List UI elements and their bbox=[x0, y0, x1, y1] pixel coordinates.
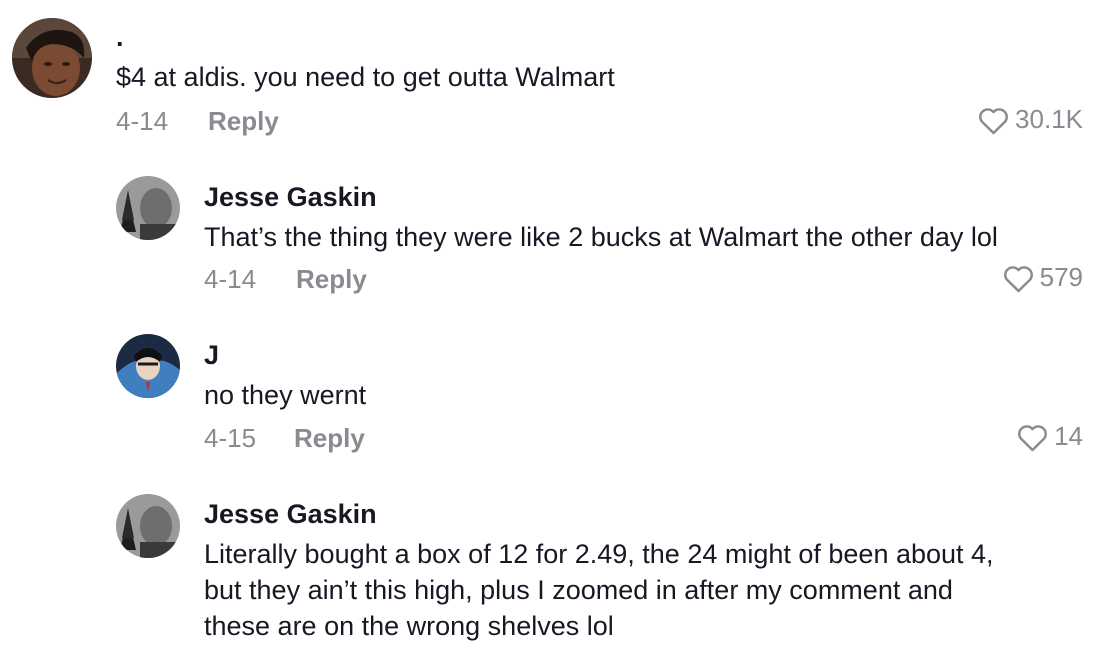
heart-outline-icon bbox=[1018, 424, 1047, 451]
comment-date: 4-14 bbox=[116, 106, 169, 136]
reply-button[interactable]: Reply bbox=[208, 106, 279, 137]
avatar[interactable] bbox=[116, 494, 180, 558]
like-button[interactable]: 579 bbox=[1002, 262, 1083, 293]
reply-button[interactable]: Reply bbox=[296, 264, 367, 295]
comment-date: 4-14 bbox=[204, 264, 257, 294]
comment-text: That’s the thing they were like 2 bucks … bbox=[204, 222, 998, 252]
comment-text: no they wernt bbox=[204, 380, 367, 410]
like-button[interactable]: 14 bbox=[1016, 421, 1083, 452]
like-count: 579 bbox=[1039, 262, 1083, 292]
like-count: 14 bbox=[1054, 421, 1083, 451]
avatar[interactable] bbox=[116, 334, 180, 398]
heart-outline-icon bbox=[979, 107, 1008, 134]
like-button[interactable]: 30.1K bbox=[977, 104, 1083, 135]
comment-username[interactable]: . bbox=[116, 22, 124, 53]
comment-text: Literally bought a box of 12 for 2.49, t… bbox=[204, 536, 994, 644]
like-count: 30.1K bbox=[1015, 104, 1083, 134]
comment-text-line: but they ain’t this high, plus I zoomed … bbox=[204, 575, 953, 605]
heart-outline-icon bbox=[1003, 265, 1033, 292]
comment-username[interactable]: Jesse Gaskin bbox=[204, 499, 377, 530]
reply-button[interactable]: Reply bbox=[294, 423, 365, 454]
avatar[interactable] bbox=[12, 18, 92, 98]
comment-username[interactable]: J bbox=[204, 340, 219, 371]
comment-text-line: these are on the wrong shelves lol bbox=[204, 611, 614, 641]
avatar[interactable] bbox=[116, 176, 180, 240]
comment-text: $4 at aldis. you need to get outta Walma… bbox=[116, 62, 615, 92]
comment-date: 4-15 bbox=[204, 423, 257, 453]
comment-text-line: Literally bought a box of 12 for 2.49, t… bbox=[204, 539, 994, 569]
comment-username[interactable]: Jesse Gaskin bbox=[204, 182, 377, 213]
